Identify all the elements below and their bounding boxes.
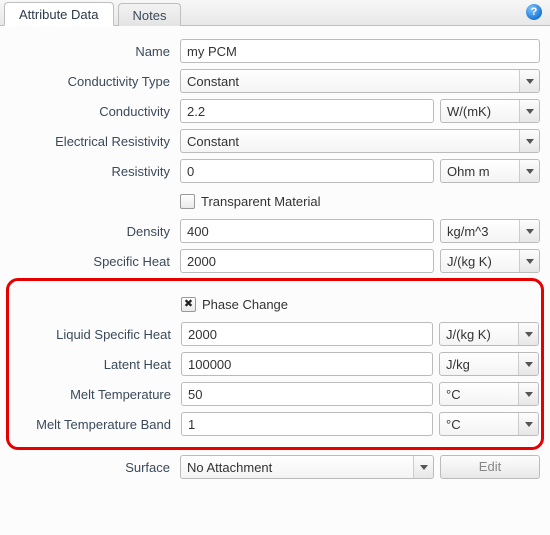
latent-heat-input[interactable] [181, 352, 433, 376]
liquid-specific-heat-input[interactable] [181, 322, 433, 346]
label-electrical-resistivity: Electrical Resistivity [10, 134, 180, 149]
conductivity-unit-select[interactable]: W/(mK) [440, 99, 540, 123]
melt-temperature-unit-value: °C [446, 387, 461, 402]
conductivity-input[interactable] [180, 99, 434, 123]
chevron-down-icon [519, 70, 539, 92]
chevron-down-icon [519, 100, 539, 122]
specific-heat-unit-value: J/(kg K) [447, 254, 492, 269]
liquid-specific-heat-unit-value: J/(kg K) [446, 327, 491, 342]
chevron-down-icon [519, 130, 539, 152]
chevron-down-icon [518, 383, 538, 405]
label-density: Density [10, 224, 180, 239]
label-conductivity-type: Conductivity Type [10, 74, 180, 89]
conductivity-type-select[interactable]: Constant [180, 69, 540, 93]
tabs-row: Attribute Data Notes ? [0, 0, 550, 26]
melt-temperature-band-unit-value: °C [446, 417, 461, 432]
surface-select[interactable]: No Attachment [180, 455, 434, 479]
melt-temperature-band-input[interactable] [181, 412, 433, 436]
density-unit-select[interactable]: kg/m^3 [440, 219, 540, 243]
chevron-down-icon [518, 353, 538, 375]
label-melt-temperature: Melt Temperature [11, 387, 181, 402]
density-input[interactable] [180, 219, 434, 243]
latent-heat-unit-select[interactable]: J/kg [439, 352, 539, 376]
density-unit-value: kg/m^3 [447, 224, 489, 239]
phase-change-checkbox[interactable]: ✖ [181, 297, 196, 312]
chevron-down-icon [518, 413, 538, 435]
help-icon[interactable]: ? [526, 4, 542, 20]
resistivity-input[interactable] [180, 159, 434, 183]
resistivity-unit-value: Ohm m [447, 164, 490, 179]
specific-heat-unit-select[interactable]: J/(kg K) [440, 249, 540, 273]
name-input[interactable] [180, 39, 540, 63]
tab-notes[interactable]: Notes [118, 3, 182, 26]
label-liquid-specific-heat: Liquid Specific Heat [11, 327, 181, 342]
label-specific-heat: Specific Heat [10, 254, 180, 269]
conductivity-type-value: Constant [187, 74, 239, 89]
chevron-down-icon [519, 160, 539, 182]
melt-temperature-input[interactable] [181, 382, 433, 406]
attribute-form: Name Conductivity Type Constant Conducti… [0, 26, 550, 480]
chevron-down-icon [519, 250, 539, 272]
label-transparent-material: Transparent Material [201, 194, 320, 209]
label-phase-change: Phase Change [202, 297, 288, 312]
resistivity-unit-select[interactable]: Ohm m [440, 159, 540, 183]
tab-attribute-data[interactable]: Attribute Data [4, 2, 114, 26]
phase-change-highlight: ✖ Phase Change Liquid Specific Heat J/(k… [6, 278, 544, 450]
label-surface: Surface [10, 460, 180, 475]
label-resistivity: Resistivity [10, 164, 180, 179]
melt-temperature-unit-select[interactable]: °C [439, 382, 539, 406]
electrical-resistivity-value: Constant [187, 134, 239, 149]
chevron-down-icon [519, 220, 539, 242]
liquid-specific-heat-unit-select[interactable]: J/(kg K) [439, 322, 539, 346]
chevron-down-icon [413, 456, 433, 478]
label-conductivity: Conductivity [10, 104, 180, 119]
conductivity-unit-value: W/(mK) [447, 104, 491, 119]
surface-value: No Attachment [187, 460, 272, 475]
edit-button: Edit [440, 455, 540, 479]
label-latent-heat: Latent Heat [11, 357, 181, 372]
label-name: Name [10, 44, 180, 59]
transparent-material-checkbox[interactable] [180, 194, 195, 209]
electrical-resistivity-select[interactable]: Constant [180, 129, 540, 153]
latent-heat-unit-value: J/kg [446, 357, 470, 372]
melt-temperature-band-unit-select[interactable]: °C [439, 412, 539, 436]
label-melt-temperature-band: Melt Temperature Band [11, 417, 181, 432]
specific-heat-input[interactable] [180, 249, 434, 273]
chevron-down-icon [518, 323, 538, 345]
